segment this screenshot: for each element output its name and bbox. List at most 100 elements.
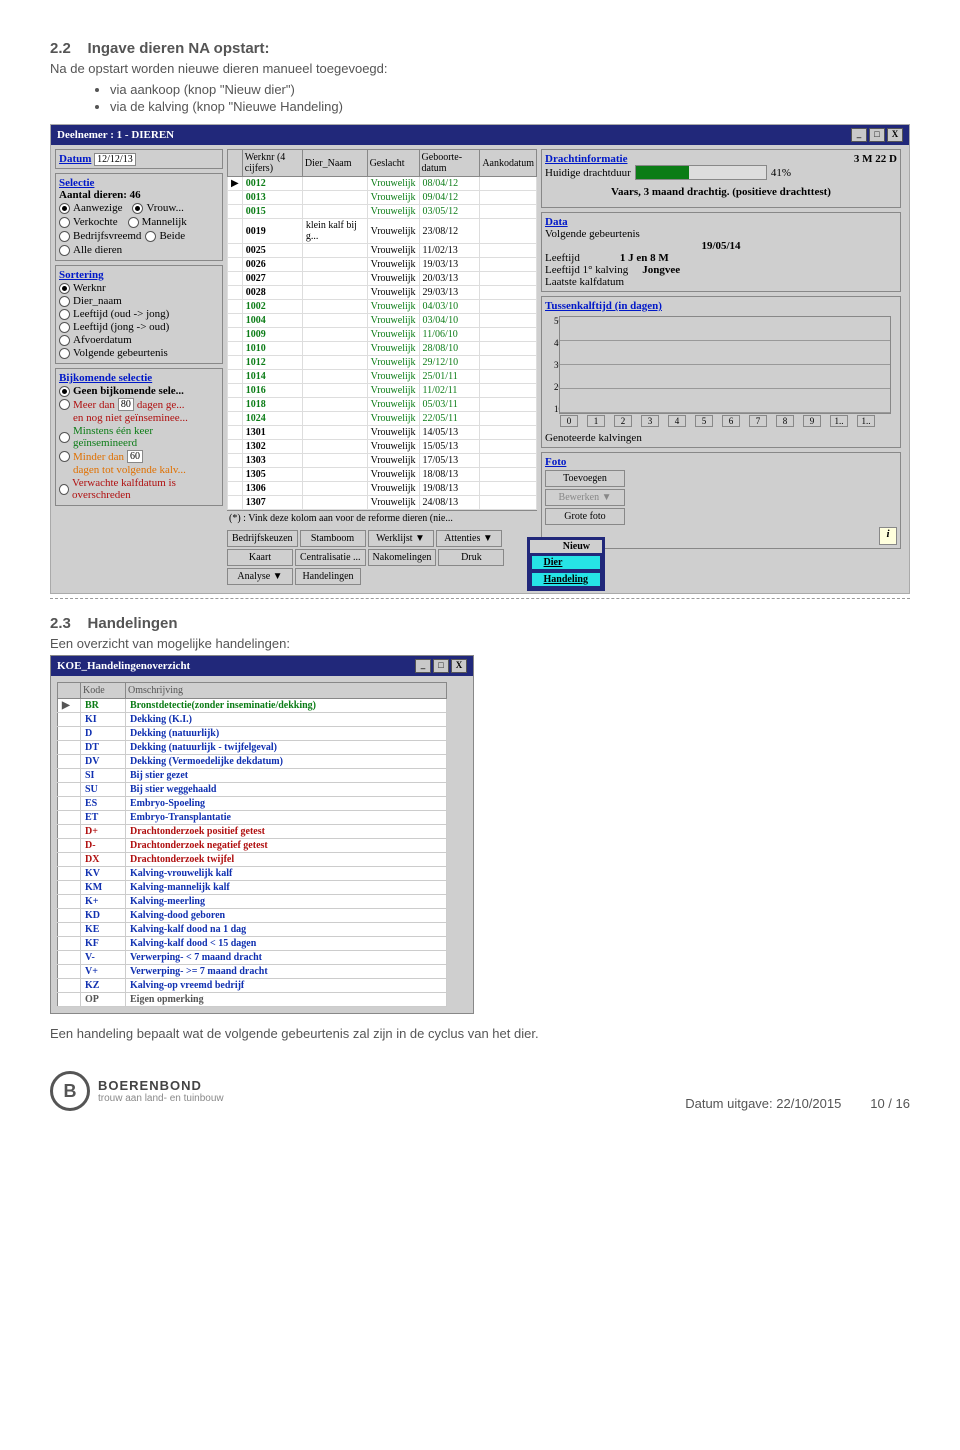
btn-bewerken[interactable]: Bewerken ▼ <box>545 489 625 506</box>
btn-nakomelingen[interactable]: Nakomelingen <box>368 549 437 566</box>
table-row[interactable]: DXDrachtonderzoek twijfel <box>58 853 447 867</box>
table-row[interactable]: V-Verwerping- < 7 maand dracht <box>58 951 447 965</box>
table-row[interactable]: KMKalving-mannelijk kalf <box>58 881 447 895</box>
table-row[interactable]: 1004Vrouwelijk03/04/10 <box>228 314 537 328</box>
table-row[interactable]: ▶BRBronstdetectie(zonder inseminatie/dek… <box>58 699 447 713</box>
table-row[interactable]: 0028Vrouwelijk29/03/13 <box>228 286 537 300</box>
datum-input[interactable]: 12/12/13 <box>94 153 136 166</box>
radio-werknr[interactable] <box>59 283 70 294</box>
btn-werklijst[interactable]: Werklijst ▼ <box>368 530 434 547</box>
table-row[interactable]: 1012Vrouwelijk29/12/10 <box>228 356 537 370</box>
table-row[interactable]: 0025Vrouwelijk11/02/13 <box>228 244 537 258</box>
radio-mannelijk[interactable] <box>128 217 139 228</box>
col-diernaam[interactable]: Dier_Naam <box>302 150 367 177</box>
btn-nieuw-dier[interactable]: Dier <box>530 554 602 571</box>
col-werknr[interactable]: Werknr (4 cijfers) <box>242 150 302 177</box>
radio-meer-dan[interactable] <box>59 399 70 410</box>
table-row[interactable]: 0015Vrouwelijk03/05/12 <box>228 205 537 219</box>
table-row[interactable]: KFKalving-kalf dood < 15 dagen <box>58 937 447 951</box>
btn-druk[interactable]: Druk <box>438 549 504 566</box>
table-row[interactable]: KEKalving-kalf dood na 1 dag <box>58 923 447 937</box>
table-row[interactable]: DVDekking (Vermoedelijke dekdatum) <box>58 755 447 769</box>
radio-bedrijfsvreemd[interactable] <box>59 231 70 242</box>
table-row[interactable]: 0013Vrouwelijk09/04/12 <box>228 191 537 205</box>
table-row[interactable]: 1014Vrouwelijk25/01/11 <box>228 370 537 384</box>
table-row[interactable]: ETEmbryo-Transplantatie <box>58 811 447 825</box>
col-geboorte[interactable]: Geboorte-datum <box>419 150 480 177</box>
table-row[interactable]: DDekking (natuurlijk) <box>58 727 447 741</box>
minder-dan-input[interactable]: 60 <box>127 450 143 463</box>
table-row[interactable]: 0027Vrouwelijk20/03/13 <box>228 272 537 286</box>
radio-beide[interactable] <box>145 231 156 242</box>
table-row[interactable]: OPEigen opmerking <box>58 993 447 1007</box>
window-title: Deelnemer : 1 - DIEREN <box>57 129 174 141</box>
btn-attenties[interactable]: Attenties ▼ <box>436 530 502 547</box>
table-row[interactable]: D+Drachtonderzoek positief getest <box>58 825 447 839</box>
maximize-icon[interactable]: □ <box>869 128 885 142</box>
handelingen-table[interactable]: Kode Omschrijving ▶BRBronstdetectie(zond… <box>57 682 447 1007</box>
info-icon[interactable]: i <box>879 527 897 545</box>
btn-toevoegen[interactable]: Toevoegen <box>545 470 625 487</box>
radio-aanwezige[interactable] <box>59 203 70 214</box>
table-row[interactable]: 1305Vrouwelijk18/08/13 <box>228 468 537 482</box>
table-row[interactable]: 1302Vrouwelijk15/05/13 <box>228 440 537 454</box>
radio-oud-jong[interactable] <box>59 309 70 320</box>
table-row[interactable]: D-Drachtonderzoek negatief getest <box>58 839 447 853</box>
minimize-icon[interactable]: _ <box>851 128 867 142</box>
table-row[interactable]: ESEmbryo-Spoeling <box>58 797 447 811</box>
table-row[interactable]: 1024Vrouwelijk22/05/11 <box>228 412 537 426</box>
close-icon[interactable]: X <box>887 128 903 142</box>
table-row[interactable]: K+Kalving-meerling <box>58 895 447 909</box>
table-row[interactable]: 1306Vrouwelijk19/08/13 <box>228 482 537 496</box>
table-row[interactable]: 1016Vrouwelijk11/02/11 <box>228 384 537 398</box>
radio-minstens[interactable] <box>59 432 70 443</box>
table-row[interactable]: 1301Vrouwelijk14/05/13 <box>228 426 537 440</box>
table-row[interactable]: KZKalving-op vreemd bedrijf <box>58 979 447 993</box>
table-row[interactable]: KVKalving-vrouwelijk kalf <box>58 867 447 881</box>
dieren-table[interactable]: Werknr (4 cijfers) Dier_Naam Geslacht Ge… <box>227 149 537 510</box>
minimize-icon[interactable]: _ <box>415 659 431 673</box>
radio-verkochte[interactable] <box>59 217 70 228</box>
table-row[interactable]: SUBij stier weggehaald <box>58 783 447 797</box>
table-row[interactable]: 0026Vrouwelijk19/03/13 <box>228 258 537 272</box>
table-row[interactable]: ▶0012Vrouwelijk08/04/12 <box>228 177 537 191</box>
radio-verwachte[interactable] <box>59 484 69 495</box>
radio-jong-oud[interactable] <box>59 322 70 333</box>
close-icon[interactable]: X <box>451 659 467 673</box>
l1k-val: Jongvee <box>642 264 680 276</box>
meer-dan-input[interactable]: 80 <box>118 398 134 411</box>
table-row[interactable]: V+Verwerping- >= 7 maand dracht <box>58 965 447 979</box>
table-row[interactable]: 1303Vrouwelijk17/05/13 <box>228 454 537 468</box>
table-row[interactable]: 0019klein kalf bij g...Vrouwelijk23/08/1… <box>228 219 537 244</box>
col-aanko[interactable]: Aankodatum <box>480 150 537 177</box>
radio-afvoer[interactable] <box>59 335 70 346</box>
radio-geen-bij[interactable] <box>59 386 70 397</box>
table-row[interactable]: KIDekking (K.I.) <box>58 713 447 727</box>
table-row[interactable]: 1010Vrouwelijk28/08/10 <box>228 342 537 356</box>
btn-stamboom[interactable]: Stamboom <box>300 530 366 547</box>
btn-centralisatie[interactable]: Centralisatie ... <box>295 549 366 566</box>
btn-kaart[interactable]: Kaart <box>227 549 293 566</box>
window-title: KOE_Handelingenoverzicht <box>57 660 190 672</box>
table-row[interactable]: 1307Vrouwelijk24/08/13 <box>228 496 537 510</box>
table-row[interactable]: 1018Vrouwelijk05/03/11 <box>228 398 537 412</box>
btn-handelingen[interactable]: Handelingen <box>295 568 361 585</box>
col-kode[interactable]: Kode <box>81 683 126 699</box>
btn-bedrijfskeuzen[interactable]: Bedrijfskeuzen <box>227 530 298 547</box>
table-row[interactable]: 1002Vrouwelijk04/03/10 <box>228 300 537 314</box>
table-row[interactable]: SIBij stier gezet <box>58 769 447 783</box>
col-omschrijving[interactable]: Omschrijving <box>126 683 447 699</box>
radio-alle[interactable] <box>59 245 70 256</box>
table-row[interactable]: 1009Vrouwelijk11/06/10 <box>228 328 537 342</box>
radio-vrouw[interactable] <box>132 203 143 214</box>
radio-minder-dan[interactable] <box>59 451 70 462</box>
table-row[interactable]: KDKalving-dood geboren <box>58 909 447 923</box>
radio-volgende[interactable] <box>59 348 70 359</box>
btn-nieuw-handeling[interactable]: Handeling <box>530 571 602 588</box>
col-geslacht[interactable]: Geslacht <box>367 150 419 177</box>
table-row[interactable]: DTDekking (natuurlijk - twijfelgeval) <box>58 741 447 755</box>
maximize-icon[interactable]: □ <box>433 659 449 673</box>
radio-diernaam[interactable] <box>59 296 70 307</box>
btn-grote-foto[interactable]: Grote foto <box>545 508 625 525</box>
btn-analyse[interactable]: Analyse ▼ <box>227 568 293 585</box>
